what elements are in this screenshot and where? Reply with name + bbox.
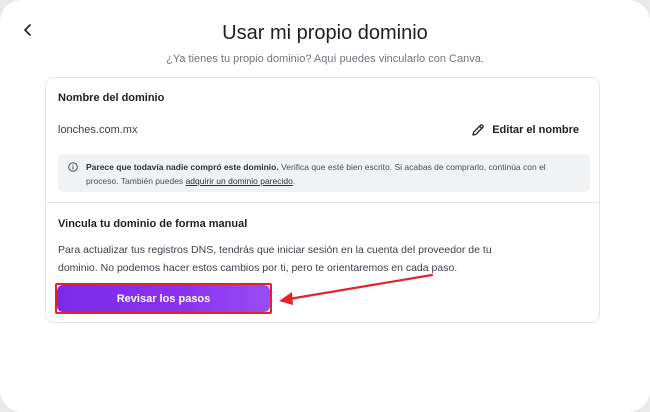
annotation-arrow-icon (279, 273, 434, 305)
pencil-icon (472, 124, 484, 136)
alert-bold-text: Parece que todavía nadie compró este dom… (86, 162, 279, 172)
review-steps-label: Revisar los pasos (116, 292, 211, 305)
domain-name-label: Nombre del dominio (58, 92, 165, 104)
domain-alert: Parece que todavía nadie compró este dom… (58, 154, 590, 192)
dialog-subtitle: ¿Ya tienes tu propio dominio? Aquí puede… (166, 53, 484, 65)
edit-domain-button[interactable]: Editar el nombre (471, 120, 579, 140)
edit-domain-label: Editar el nombre (492, 124, 579, 136)
info-circle-icon (68, 162, 78, 172)
manual-section-label: Vincula tu dominio de forma manual (58, 218, 248, 230)
dialog-title: Usar mi propio dominio (222, 22, 428, 44)
review-steps-button[interactable]: Revisar los pasos (57, 285, 270, 312)
section-divider (46, 202, 599, 203)
alert-end-text: . (292, 176, 296, 186)
domain-value: lonches.com.mx (58, 124, 138, 136)
dialog: Usar mi propio dominio ¿Ya tienes tu pro… (0, 0, 650, 412)
similar-domain-link[interactable]: adquirir un dominio parecido (186, 176, 293, 186)
